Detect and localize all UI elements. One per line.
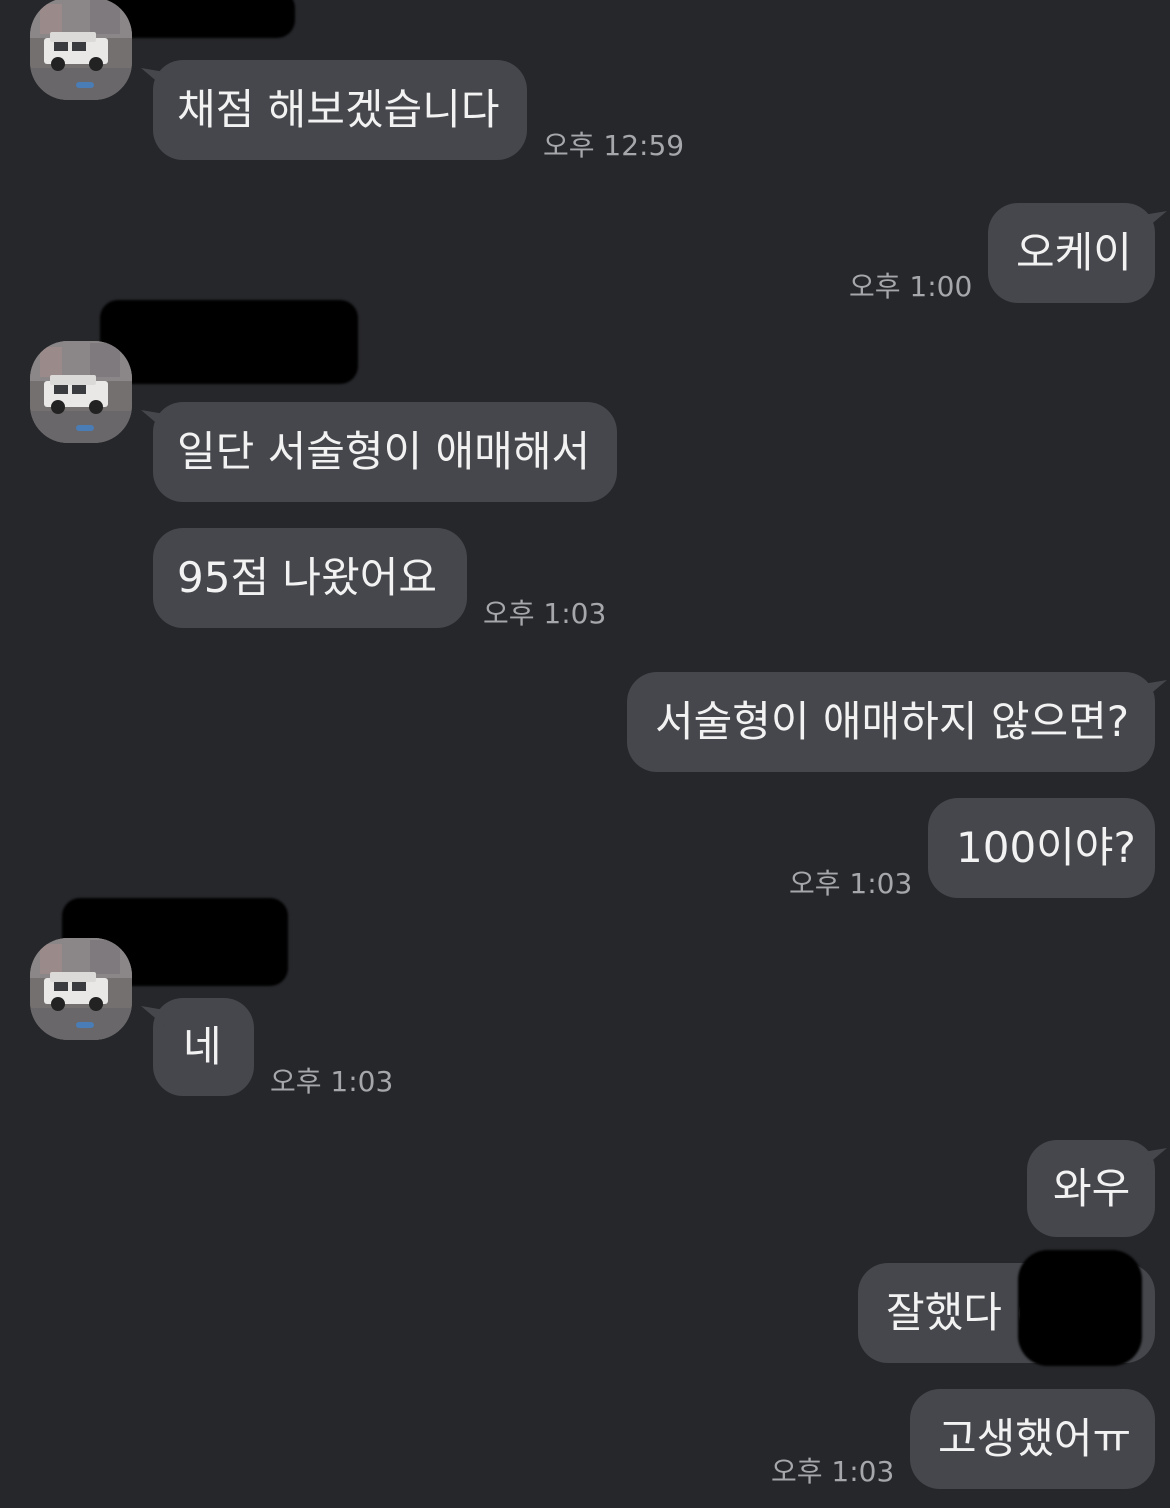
message-text: 일단 서술형이 애매해서 <box>177 427 591 476</box>
message-bubble[interactable]: 와우 <box>1027 1140 1155 1237</box>
chat-thread: 채점 해보겠습니다 오후 12:59 오케이 오후 1:00 일단 서술형이 애… <box>0 0 1170 1508</box>
car-photo-avatar-icon <box>30 341 132 443</box>
message-text: 100이야? <box>956 823 1136 872</box>
sender-avatar[interactable] <box>30 0 132 100</box>
message-text: 네 <box>183 1022 222 1071</box>
message-text: 잘했다 ( <box>886 1288 1032 1337</box>
message-timestamp: 오후 1:03 <box>270 1065 394 1098</box>
car-photo-avatar-icon <box>30 938 132 1040</box>
redacted-sender-name <box>100 300 358 384</box>
message-text: 95점 나왔어요 <box>177 553 437 602</box>
message-bubble[interactable]: 고생했어ㅠ <box>910 1389 1155 1489</box>
message-text: 고생했어ㅠ <box>938 1414 1132 1463</box>
message-bubble[interactable]: 100이야? <box>928 798 1155 898</box>
sender-avatar[interactable] <box>30 938 132 1040</box>
message-bubble[interactable]: 일단 서술형이 애매해서 <box>153 402 617 502</box>
message-bubble[interactable]: 네 <box>153 998 254 1096</box>
redacted-text <box>1018 1250 1142 1366</box>
message-bubble[interactable]: 서술형이 애매하지 않으면? <box>627 672 1155 772</box>
message-bubble[interactable]: 95점 나왔어요 <box>153 528 467 628</box>
message-text: 채점 해보겠습니다 <box>177 85 500 134</box>
message-bubble[interactable]: 오케이 <box>988 203 1155 303</box>
message-timestamp: 오후 12:59 <box>543 129 685 162</box>
message-timestamp: 오후 1:03 <box>771 1455 895 1488</box>
message-timestamp: 오후 1:03 <box>483 597 607 630</box>
message-timestamp: 오후 1:03 <box>789 867 913 900</box>
message-text: 오케이 <box>1016 228 1132 277</box>
car-photo-avatar-icon <box>30 0 132 100</box>
sender-avatar[interactable] <box>30 341 132 443</box>
message-bubble[interactable]: 채점 해보겠습니다 <box>153 60 527 160</box>
message-text: 서술형이 애매하지 않으면? <box>655 697 1130 746</box>
message-timestamp: 오후 1:00 <box>849 270 973 303</box>
message-text: 와우 <box>1053 1163 1131 1213</box>
